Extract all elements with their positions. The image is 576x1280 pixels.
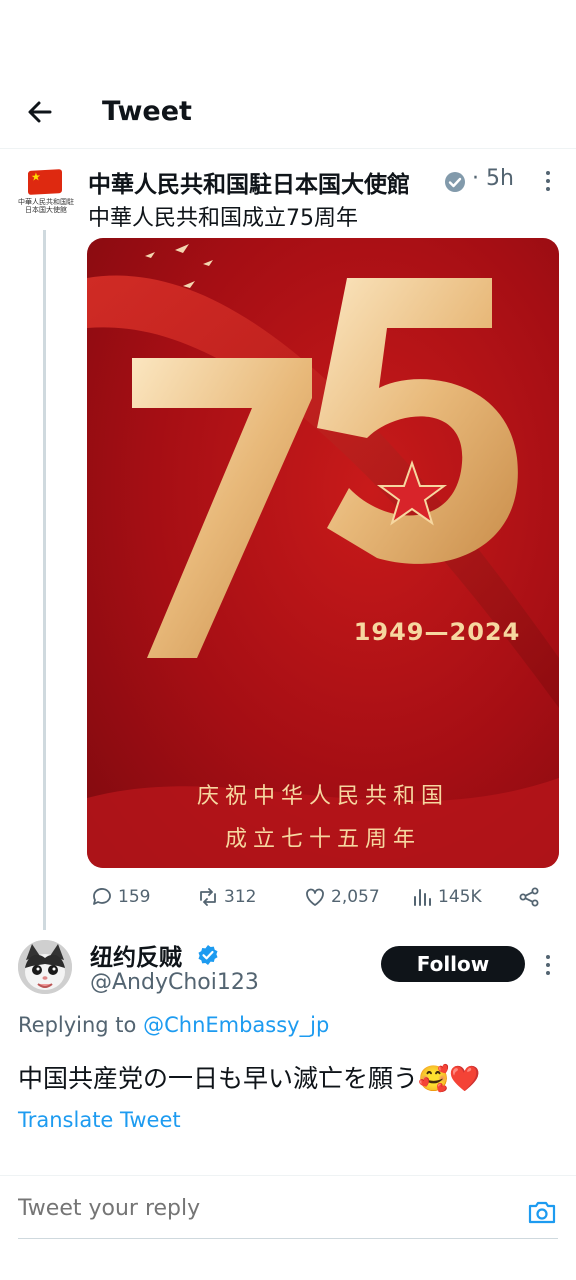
- avatar-caption: 中華人民共和国駐日本国大使館: [18, 198, 74, 214]
- thread-line: [43, 230, 46, 930]
- verified-badge-icon: [198, 945, 218, 965]
- tweet-time[interactable]: · 5h: [472, 166, 514, 191]
- replying-to-link[interactable]: @ChnEmbassy_jp: [143, 1013, 329, 1037]
- reply-author-handle[interactable]: @AndyChoi123: [90, 970, 259, 995]
- reply-input[interactable]: [18, 1196, 498, 1221]
- tweet-text: 中華人民共和国成立75周年: [88, 206, 358, 231]
- reply-button[interactable]: 159: [90, 883, 150, 911]
- like-button[interactable]: 2,057: [303, 883, 380, 911]
- more-options-icon[interactable]: [540, 168, 556, 194]
- follow-button[interactable]: Follow: [381, 946, 525, 982]
- avatar[interactable]: [18, 940, 72, 994]
- tweet-image[interactable]: 1949—2024 庆祝中华人民共和国 成立七十五周年: [87, 238, 559, 868]
- page-title: Tweet: [102, 96, 192, 127]
- retweet-icon: [200, 888, 216, 906]
- view-count: 145K: [438, 887, 482, 907]
- heart-icon: [306, 888, 324, 906]
- poster-line-2: 成立七十五周年: [224, 827, 421, 852]
- share-icon: [519, 887, 539, 907]
- reply-composer: [0, 1175, 576, 1246]
- author-avatar[interactable]: ★ 中華人民共和国駐日本国大使館: [18, 169, 74, 226]
- anniversary-poster: [87, 244, 559, 868]
- camera-icon[interactable]: [527, 1198, 557, 1226]
- retweet-button[interactable]: 312: [196, 883, 256, 911]
- reply-author-name[interactable]: 纽约反贼: [90, 938, 182, 972]
- share-button[interactable]: [517, 883, 545, 911]
- china-flag-icon: ★: [28, 169, 62, 195]
- retweet-count: 312: [224, 887, 257, 907]
- replying-to: Replying to @ChnEmbassy_jp: [18, 1013, 329, 1037]
- replying-prefix: Replying to: [18, 1013, 137, 1037]
- arrow-left-icon[interactable]: [24, 96, 56, 128]
- author-name[interactable]: 中華人民共和国駐日本国大使館: [88, 165, 410, 199]
- views-icon: [414, 889, 431, 906]
- more-options-icon[interactable]: [540, 952, 556, 978]
- views-button[interactable]: 145K: [410, 883, 482, 911]
- input-underline: [18, 1238, 558, 1239]
- poster-line-1: 庆祝中华人民共和国: [196, 784, 449, 809]
- reply-count: 159: [118, 887, 151, 907]
- cat-face-icon: [18, 940, 72, 994]
- reply-text: 中国共産党の一日も早い滅亡を願う🥰❤️: [18, 1064, 481, 1093]
- verified-badge-icon: [445, 172, 465, 192]
- top-bar: Tweet: [0, 80, 576, 149]
- poster-years: 1949—2024: [353, 618, 521, 646]
- reply-icon: [93, 888, 111, 905]
- translate-tweet-link[interactable]: Translate Tweet: [18, 1108, 181, 1132]
- like-count: 2,057: [331, 887, 380, 907]
